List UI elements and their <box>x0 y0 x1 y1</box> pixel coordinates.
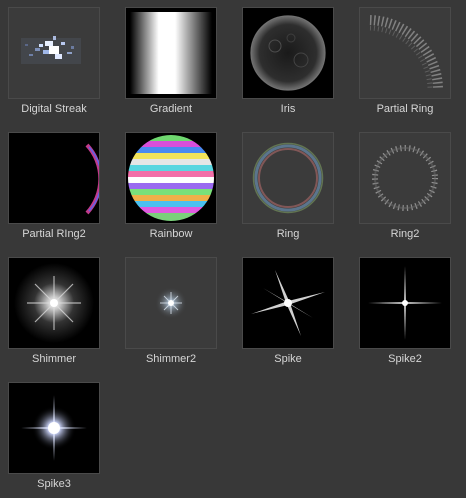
spike2-icon <box>368 266 442 340</box>
asset-tile-ring[interactable]: Ring <box>237 125 354 245</box>
asset-tile-shimmer2[interactable]: Shimmer2 <box>120 250 237 370</box>
rainbow-thumbnail <box>125 132 217 224</box>
ring2-thumbnail <box>359 132 451 224</box>
ring2-icon <box>360 133 450 223</box>
spike3-thumbnail <box>8 382 100 474</box>
spike-thumbnail <box>242 257 334 349</box>
partial-ring-icon <box>360 8 450 98</box>
partial-ring2-icon <box>85 143 99 215</box>
iris-thumbnail <box>242 7 334 99</box>
partial-ring-thumbnail <box>359 7 451 99</box>
asset-tile-partial-ring[interactable]: Partial Ring <box>354 0 466 120</box>
asset-label: Shimmer <box>31 353 76 365</box>
shimmer2-icon <box>126 258 216 348</box>
asset-label: Shimmer2 <box>145 353 197 365</box>
asset-tile-shimmer[interactable]: Shimmer <box>3 250 120 370</box>
rainbow-icon <box>128 135 214 221</box>
asset-label: Ring2 <box>390 228 420 240</box>
shimmer-thumbnail <box>8 257 100 349</box>
asset-tile-gradient[interactable]: Gradient <box>120 0 237 120</box>
asset-label: Iris <box>280 103 296 115</box>
ring-icon <box>243 133 333 223</box>
digital-streak-icon <box>9 8 99 98</box>
shimmer-icon <box>14 263 94 343</box>
spike-icon <box>251 270 325 336</box>
digital-streak-thumbnail <box>8 7 100 99</box>
asset-label: Ring <box>276 228 300 240</box>
asset-tile-ring2[interactable]: Ring2 <box>354 125 466 245</box>
shimmer2-thumbnail <box>125 257 217 349</box>
asset-tile-iris[interactable]: Iris <box>237 0 354 120</box>
partial-ring2-thumbnail <box>8 132 100 224</box>
asset-label: Rainbow <box>149 228 193 240</box>
gradient-icon <box>130 12 212 94</box>
gradient-thumbnail <box>125 7 217 99</box>
asset-label: Partial RIng2 <box>22 228 86 240</box>
asset-tile-rainbow[interactable]: Rainbow <box>120 125 237 245</box>
asset-label: Gradient <box>149 103 193 115</box>
ring-thumbnail <box>242 132 334 224</box>
asset-label: Spike <box>274 353 302 365</box>
asset-label: Spike2 <box>388 353 422 365</box>
asset-label: Spike3 <box>37 478 71 490</box>
asset-tile-spike2[interactable]: Spike2 <box>354 250 466 370</box>
asset-tile-partial-ring2[interactable]: Partial RIng2 <box>3 125 120 245</box>
asset-tile-spike[interactable]: Spike <box>237 250 354 370</box>
asset-tile-spike3[interactable]: Spike3 <box>3 375 120 495</box>
iris-icon <box>250 15 326 91</box>
asset-tile-digital-streak[interactable]: Digital Streak <box>3 0 120 120</box>
spike2-thumbnail <box>359 257 451 349</box>
asset-grid: Digital Streak Gradient Iris Partial Rin… <box>0 0 466 498</box>
asset-label: Partial Ring <box>376 103 434 115</box>
spike3-icon <box>21 395 87 461</box>
asset-label: Digital Streak <box>21 103 87 115</box>
